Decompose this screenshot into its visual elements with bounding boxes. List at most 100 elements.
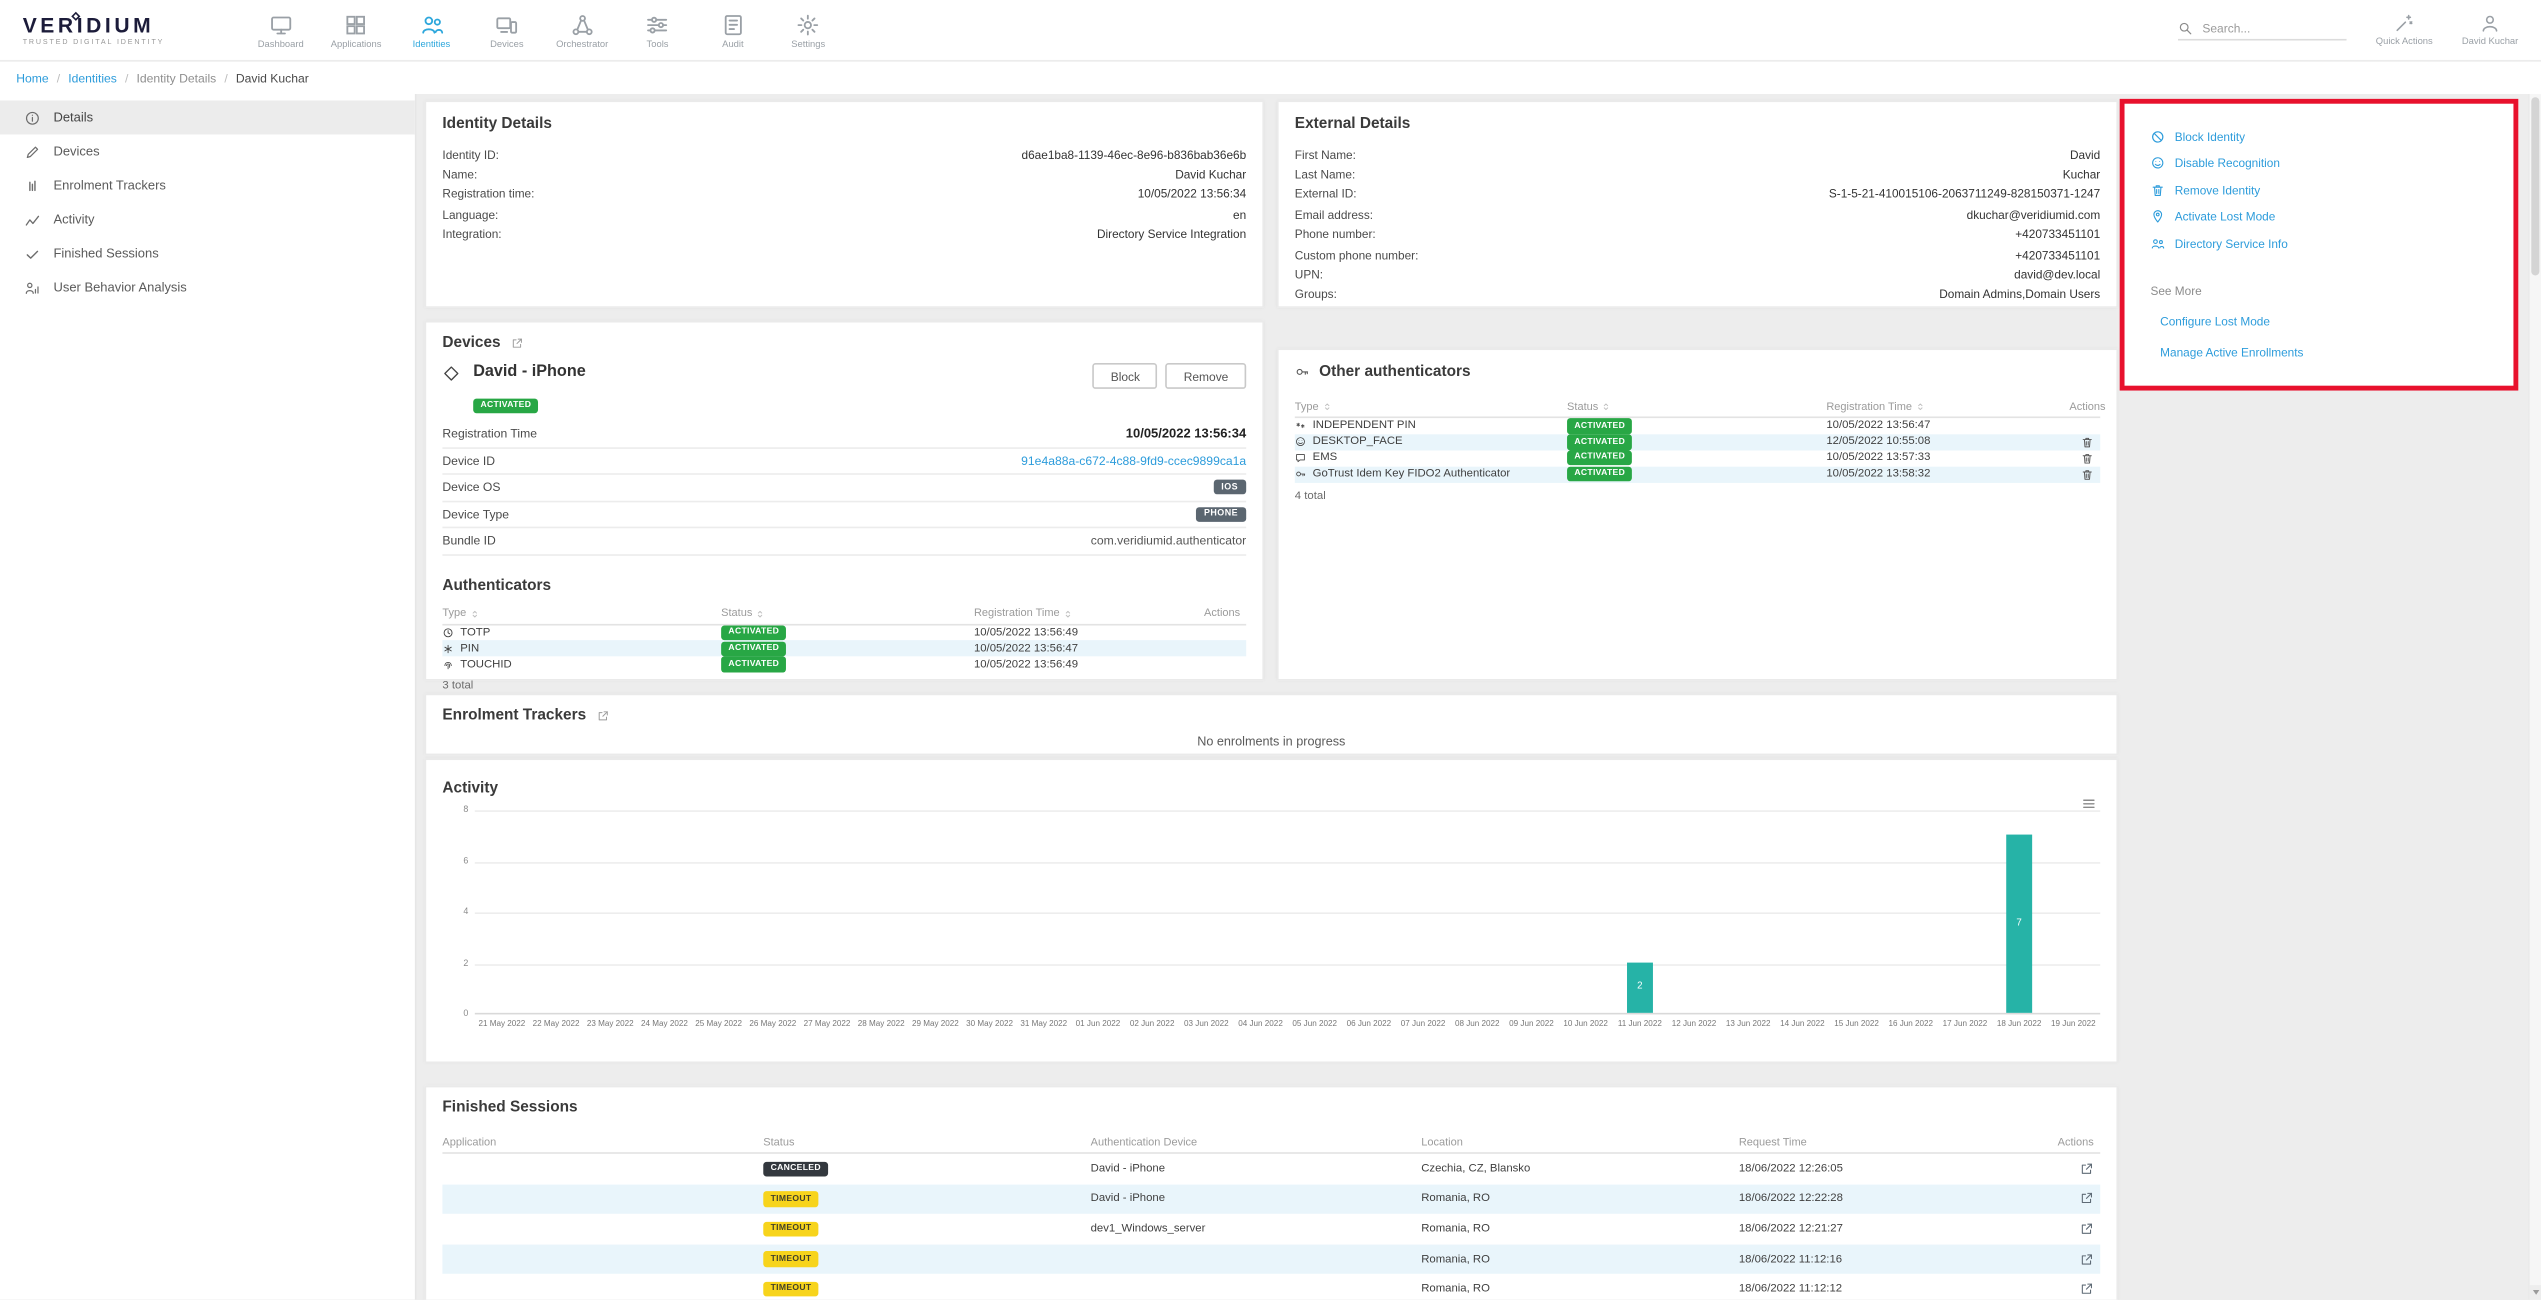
- topbar: VERIDIUM TRUSTED DIGITAL IDENTITY Dashbo…: [0, 0, 2541, 62]
- column-header-location[interactable]: Location: [1421, 1137, 1739, 1148]
- bar-slot: [1288, 810, 1342, 1013]
- remove-device-button[interactable]: Remove: [1166, 363, 1246, 389]
- sidebar-item-icon: [24, 211, 40, 227]
- column-header-registration-time[interactable]: Registration Time: [1826, 401, 2069, 412]
- sidebar-item-label: Details: [53, 110, 93, 125]
- device-detail-rows: Registration Time 10/05/2022 13:56:34 De…: [442, 421, 1246, 555]
- session-details-button[interactable]: [2079, 1162, 2094, 1177]
- veridium-logo[interactable]: VERIDIUM TRUSTED DIGITAL IDENTITY: [23, 14, 214, 46]
- status-badge: ACTIVATED: [721, 641, 786, 656]
- identity-action-link[interactable]: Block Identity: [2150, 123, 2513, 150]
- sort-icon: [470, 609, 480, 619]
- identity-action-link[interactable]: Directory Service Info: [2150, 230, 2513, 257]
- identity-more-link[interactable]: Configure Lost Mode: [2160, 314, 2270, 329]
- nav-item[interactable]: Orchestrator: [545, 10, 620, 51]
- session-row: TIMEOUT Romania, RO 18/06/2022 11:12:12: [442, 1274, 2100, 1299]
- detail-value: Kuchar: [2063, 167, 2100, 182]
- authenticator-time: 10/05/2022 13:57:33: [1826, 452, 2069, 463]
- session-location: Romania, RO: [1421, 1254, 1739, 1265]
- sidebar-item[interactable]: User Behavior Analysis: [0, 271, 415, 305]
- bar-slot: [854, 810, 908, 1013]
- session-status-badge: CANCELED: [763, 1161, 828, 1176]
- device-detail-value[interactable]: 91e4a88a-c672-4c88-9fd9-ccec9899ca1a: [1021, 453, 1246, 468]
- session-details-button[interactable]: [2079, 1222, 2094, 1237]
- bar-slot: [1450, 810, 1504, 1013]
- breadcrumb-item[interactable]: Identities: [49, 70, 117, 85]
- identity-action-link[interactable]: Activate Lost Mode: [2150, 203, 2513, 230]
- column-header-status[interactable]: Status: [721, 608, 974, 619]
- bar-slot: [908, 810, 962, 1013]
- session-details-button[interactable]: [2079, 1252, 2094, 1267]
- column-header-status[interactable]: Status: [763, 1137, 1090, 1148]
- detail-label: Groups:: [1295, 288, 1337, 303]
- column-header-registration-time[interactable]: Registration Time: [974, 608, 1204, 619]
- column-header-request-time[interactable]: Request Time: [1739, 1137, 2052, 1148]
- status-badge: ACTIVATED: [1567, 450, 1632, 465]
- user-menu[interactable]: David Kuchar: [2462, 13, 2518, 47]
- nav-item[interactable]: Identities: [394, 10, 469, 51]
- x-axis-label: 23 May 2022: [583, 1019, 637, 1029]
- scrollbar-thumb[interactable]: [2531, 97, 2539, 275]
- quick-actions-button[interactable]: Quick Actions: [2376, 13, 2433, 47]
- user-icon: [2480, 13, 2501, 34]
- session-location: Czechia, CZ, Blansko: [1421, 1163, 1739, 1174]
- nav-item[interactable]: Settings: [771, 10, 846, 51]
- block-device-button[interactable]: Block: [1093, 363, 1158, 389]
- activity-card: Activity 27 02468 21 May 202222 May 2022…: [425, 758, 2118, 1063]
- column-header-status[interactable]: Status: [1567, 401, 1826, 412]
- activity-bar[interactable]: 2: [1627, 962, 1653, 1013]
- identity-action-link[interactable]: Remove Identity: [2150, 177, 2513, 204]
- session-device: dev1_Windows_server: [1091, 1223, 1422, 1234]
- breadcrumb-item[interactable]: Home: [16, 70, 48, 85]
- other-authenticators-table-header: Type Status Registration Time Actions: [1295, 397, 2100, 418]
- detail-label: Phone number:: [1295, 227, 1376, 242]
- sidebar-item[interactable]: Finished Sessions: [0, 237, 415, 271]
- identity-more-link[interactable]: Manage Active Enrollments: [2160, 344, 2303, 359]
- delete-authenticator-button[interactable]: [2081, 436, 2094, 449]
- detail-label: Integration:: [442, 227, 501, 242]
- session-details-button[interactable]: [2079, 1192, 2094, 1207]
- session-time: 18/06/2022 12:22:28: [1739, 1193, 2052, 1204]
- identity-action-link[interactable]: Disable Recognition: [2150, 150, 2513, 177]
- nav-item[interactable]: Tools: [620, 10, 695, 51]
- session-details-button[interactable]: [2079, 1282, 2094, 1297]
- sidebar-item[interactable]: Enrolment Trackers: [0, 169, 415, 203]
- nav-item[interactable]: Applications: [318, 10, 393, 51]
- x-axis-label: 07 Jun 2022: [1396, 1019, 1450, 1029]
- external-details-title: External Details: [1295, 115, 2100, 133]
- column-header-type[interactable]: Type: [442, 608, 721, 619]
- global-search: [2178, 20, 2347, 39]
- scroll-down-button[interactable]: [2530, 1285, 2541, 1300]
- column-header-type[interactable]: Type: [1295, 401, 1567, 412]
- other-authenticators-icon: [1295, 365, 1310, 380]
- nav-item[interactable]: Dashboard: [243, 10, 318, 51]
- authenticator-time: 12/05/2022 10:55:08: [1826, 436, 2069, 447]
- sort-icon: [1915, 402, 1925, 412]
- x-axis-label: 06 Jun 2022: [1342, 1019, 1396, 1029]
- bar-slot: [1775, 810, 1829, 1013]
- activity-bar[interactable]: 7: [2006, 834, 2032, 1013]
- detail-row: Last Name: Kuchar: [1295, 164, 2100, 184]
- action-link-label: Disable Recognition: [2175, 156, 2280, 171]
- authenticator-time: 10/05/2022 13:56:49: [974, 659, 1204, 670]
- authenticator-type: DESKTOP_FACE: [1313, 436, 1403, 447]
- sidebar-item[interactable]: Devices: [0, 135, 415, 169]
- page-scrollbar[interactable]: [2528, 94, 2541, 1300]
- column-header-authentication-device[interactable]: Authentication Device: [1091, 1137, 1422, 1148]
- devices-expand-icon[interactable]: [510, 336, 523, 349]
- nav-item[interactable]: Audit: [695, 10, 770, 51]
- delete-authenticator-button[interactable]: [2081, 452, 2094, 465]
- enrolment-expand-icon[interactable]: [596, 709, 609, 722]
- nav-item[interactable]: Devices: [469, 10, 544, 51]
- x-axis-label: 24 May 2022: [637, 1019, 691, 1029]
- nav-item-label: Identities: [413, 41, 451, 51]
- authenticator-type-icon: [1295, 469, 1306, 480]
- search-input[interactable]: [2202, 20, 2346, 35]
- sidebar-item[interactable]: Details: [0, 100, 415, 134]
- sidebar-item-label: Finished Sessions: [53, 246, 158, 261]
- column-header-application[interactable]: Application: [442, 1137, 763, 1148]
- sidebar-item[interactable]: Activity: [0, 203, 415, 237]
- sidebar: Details Devices Enrolment Trackers Activ…: [0, 94, 416, 1300]
- delete-authenticator-button[interactable]: [2081, 468, 2094, 481]
- detail-row: Name: David Kuchar: [442, 164, 1246, 184]
